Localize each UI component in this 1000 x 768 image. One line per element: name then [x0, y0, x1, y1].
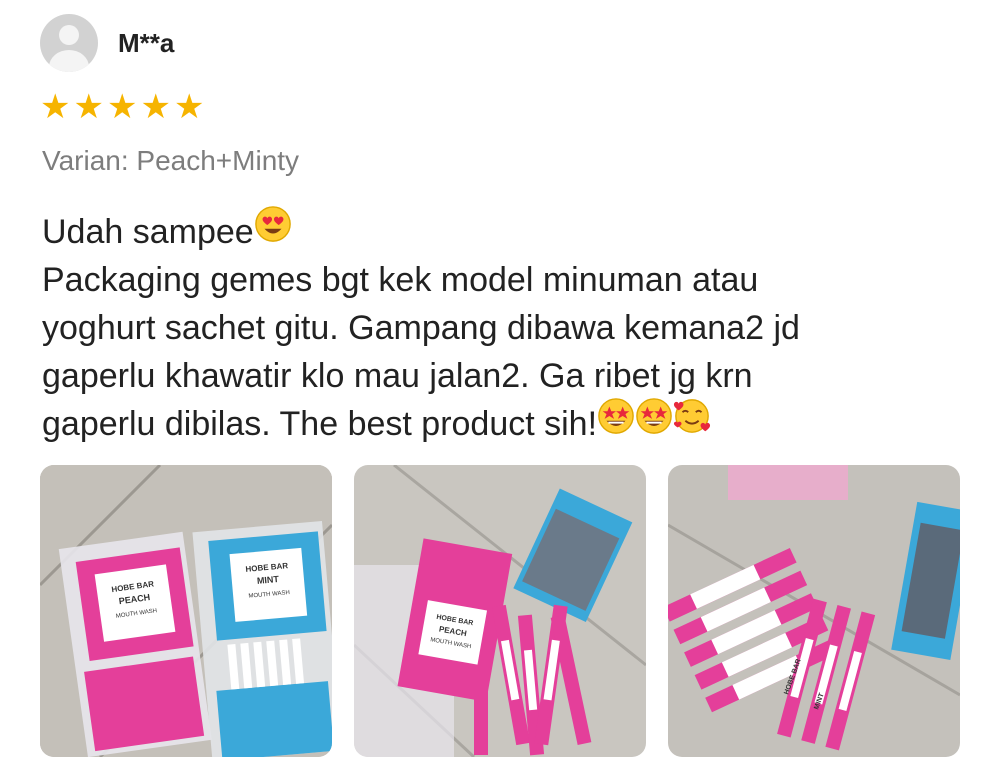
star-icon: ★	[73, 88, 104, 126]
review-line: gaperlu khawatir klo mau jalan2. Ga ribe…	[42, 357, 753, 395]
star-struck-emoji-icon	[635, 397, 673, 448]
svg-text:MINT: MINT	[257, 574, 280, 586]
review-photo[interactable]: HOBE BAR PEACH MOUTH WASH HOBE BAR MINT …	[40, 465, 332, 757]
review-photos: HOBE BAR PEACH MOUTH WASH HOBE BAR MINT …	[40, 465, 960, 757]
review-photo[interactable]: HOBE BAR MINT	[668, 465, 960, 757]
star-rating: ★ ★ ★ ★ ★	[40, 88, 204, 126]
reviewer-name: M**a	[118, 27, 175, 58]
review-header: M**a	[40, 14, 174, 72]
star-struck-emoji-icon	[597, 397, 635, 448]
review-line: yoghurt sachet gitu. Gampang dibawa kema…	[42, 309, 800, 347]
star-icon: ★	[140, 88, 171, 126]
review-line: Packaging gemes bgt kek model minuman at…	[42, 261, 759, 299]
review-photo[interactable]: HOBE BAR PEACH MOUTH WASH	[354, 465, 646, 757]
star-icon: ★	[106, 88, 138, 126]
heart-eyes-emoji-icon	[254, 205, 292, 256]
variant-label: Varian: Peach+Minty	[42, 145, 300, 176]
star-icon: ★	[173, 88, 205, 126]
user-avatar-icon[interactable]	[40, 14, 98, 72]
review-line: Udah sampee	[42, 205, 942, 256]
review-text: Udah sampee Packaging gemes bgt kek mode…	[42, 205, 942, 448]
smiling-face-with-hearts-emoji-icon	[673, 397, 711, 448]
review-line: gaperlu dibilas. The best product sih!	[42, 397, 942, 448]
star-icon: ★	[40, 88, 71, 126]
